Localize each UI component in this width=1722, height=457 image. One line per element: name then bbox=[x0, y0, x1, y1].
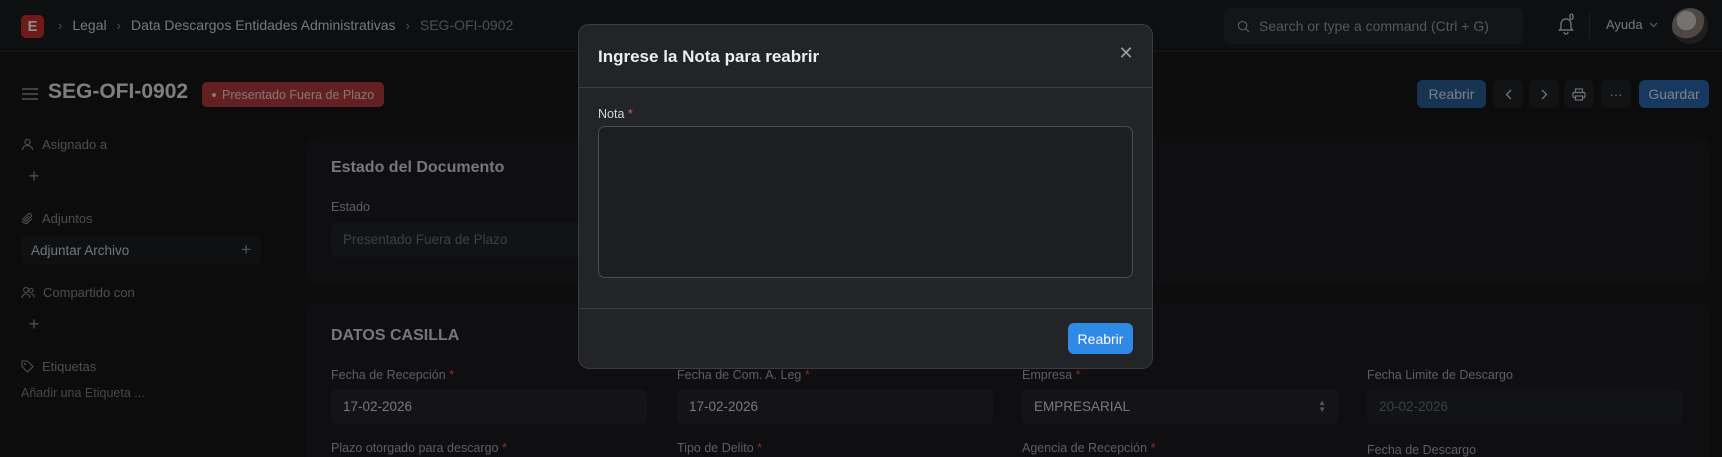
reopen-note-dialog: Ingrese la Nota para reabrir ✕ Nota * Re… bbox=[578, 24, 1153, 369]
dialog-reopen-button[interactable]: Reabrir bbox=[1068, 323, 1133, 354]
note-textarea[interactable] bbox=[598, 126, 1133, 278]
close-icon[interactable]: ✕ bbox=[1116, 43, 1136, 63]
dialog-footer-divider bbox=[579, 308, 1152, 309]
dialog-header-divider bbox=[579, 87, 1152, 88]
note-label: Nota * bbox=[598, 107, 633, 121]
dialog-title: Ingrese la Nota para reabrir bbox=[598, 47, 820, 66]
